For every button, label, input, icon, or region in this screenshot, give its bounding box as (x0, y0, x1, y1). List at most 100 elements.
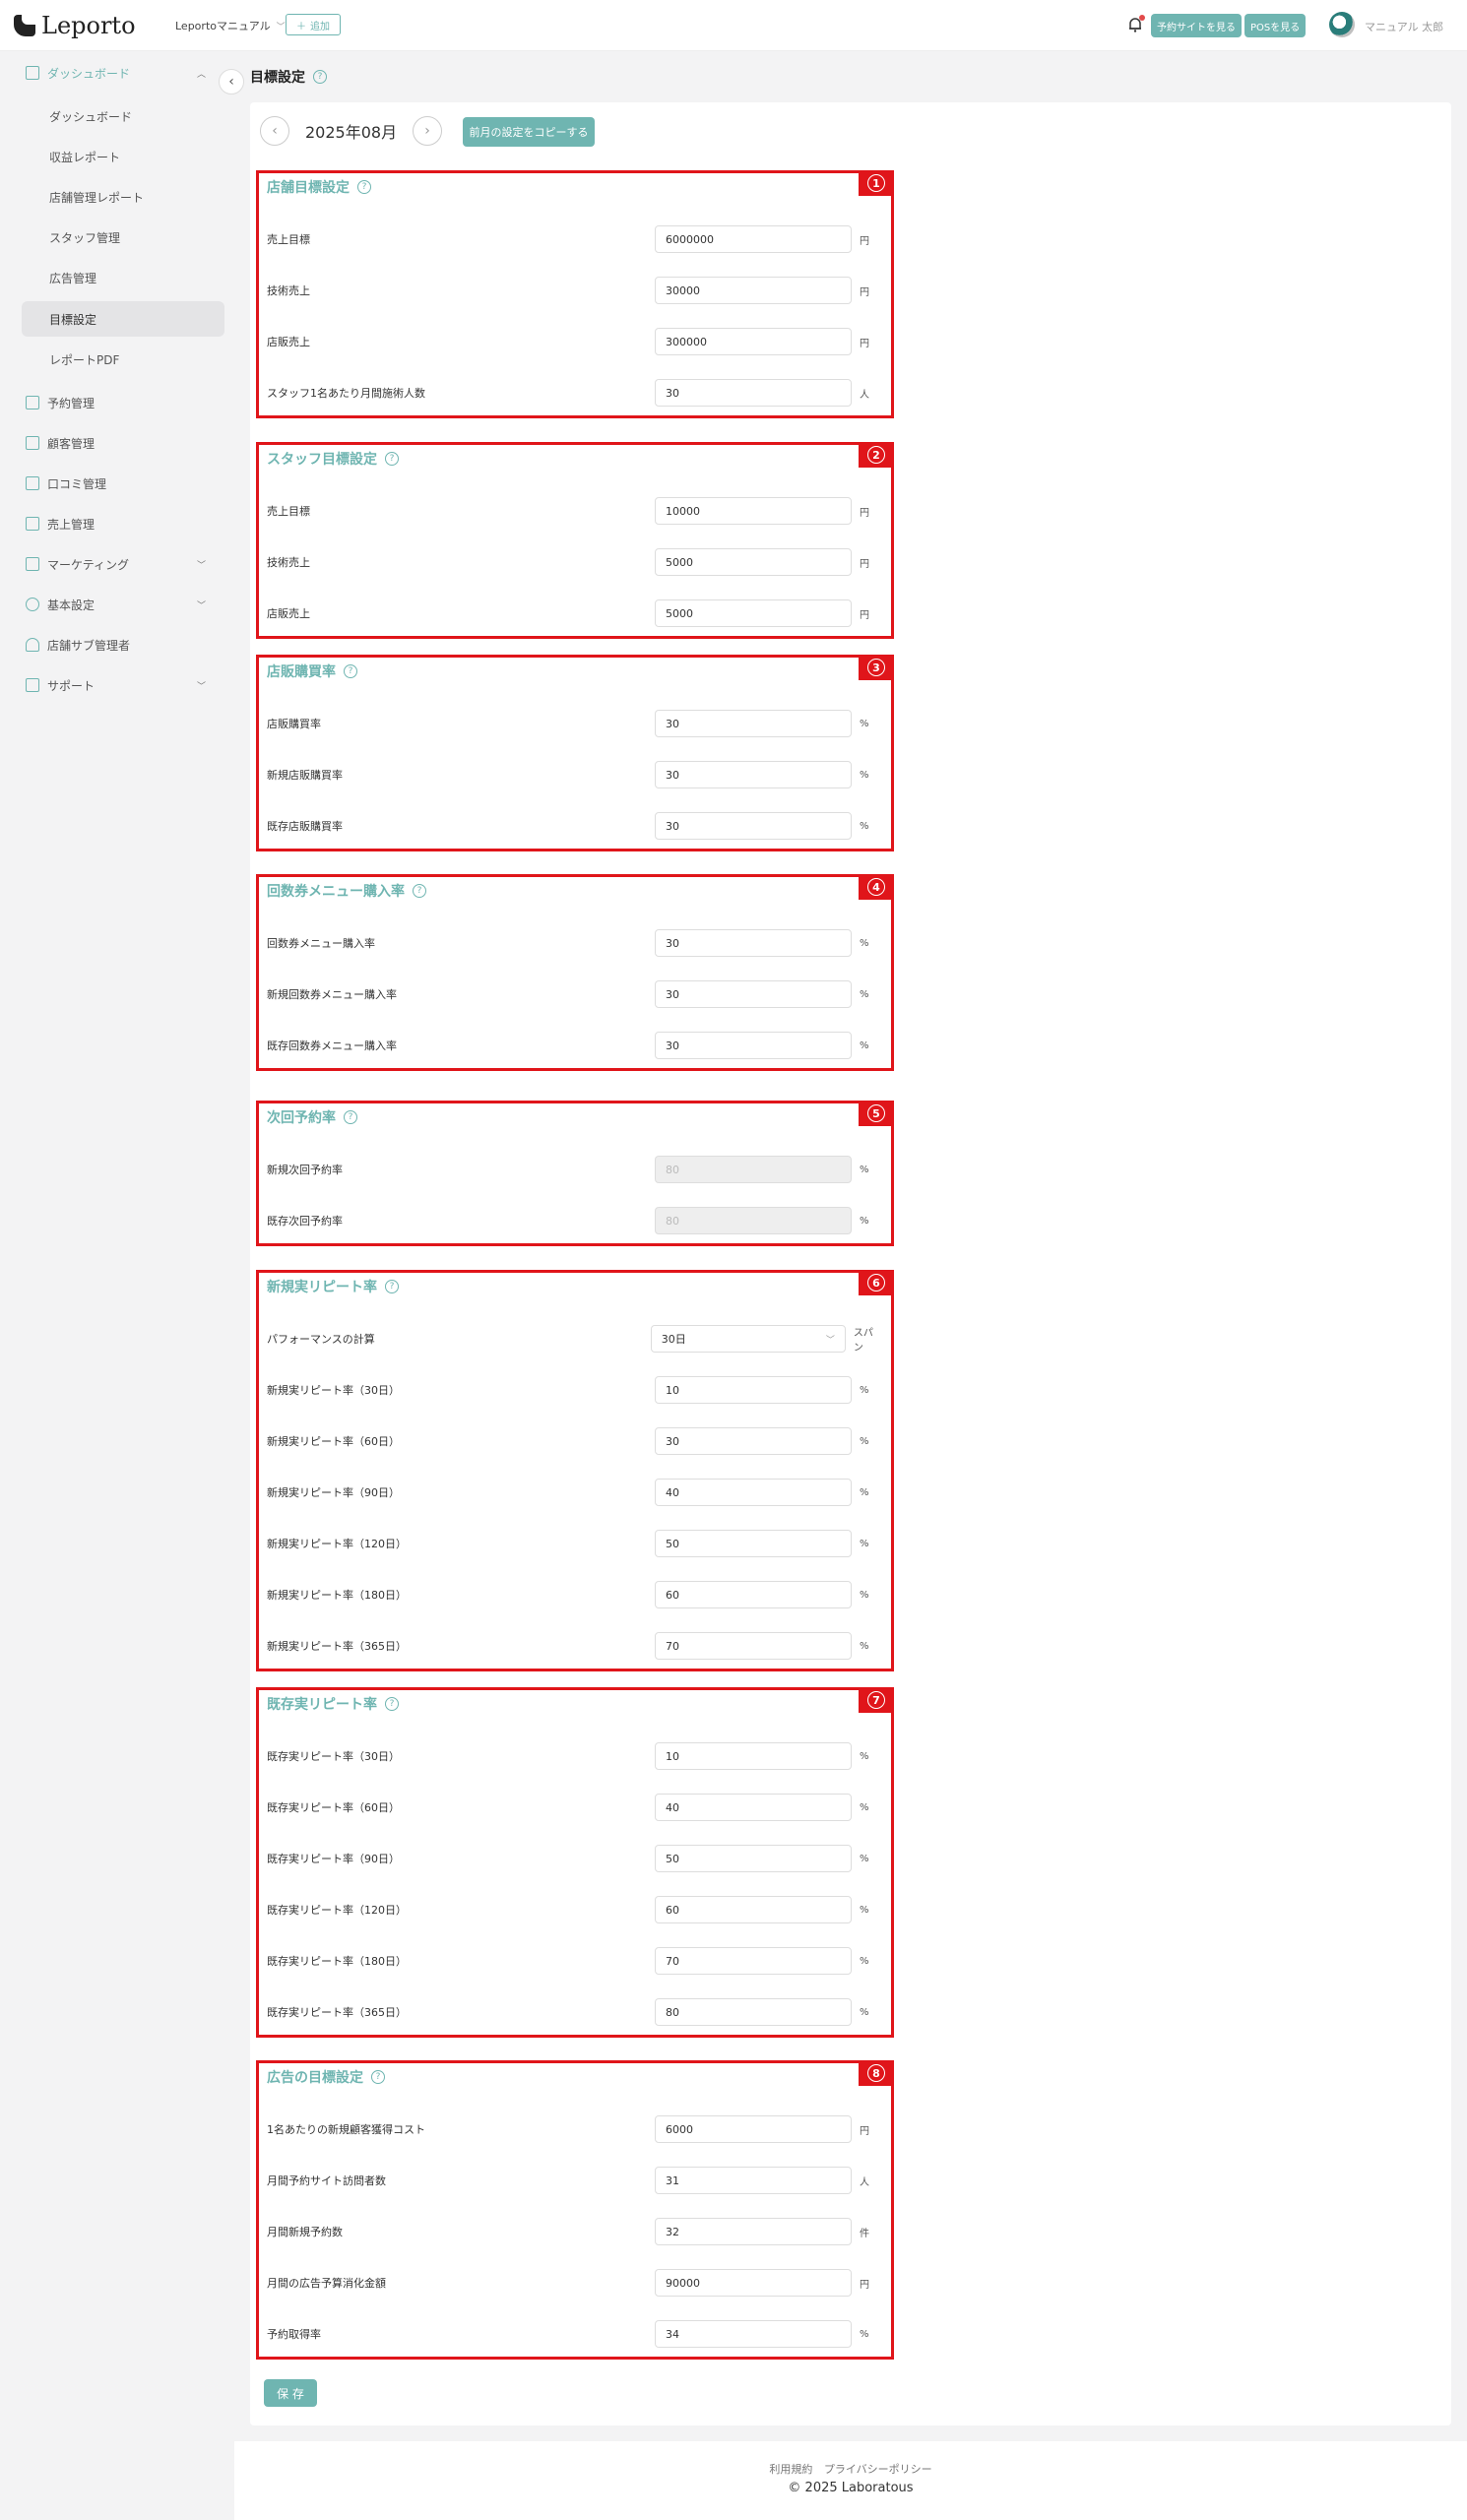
next-month-button[interactable]: › (413, 116, 443, 146)
sidebar-sub-revenue-report[interactable]: 収益レポート (49, 145, 120, 168)
goal-input[interactable]: 32 (655, 2218, 852, 2245)
help-icon[interactable]: ? (344, 664, 357, 678)
add-button[interactable]: ＋ 追加 (286, 14, 341, 35)
field-label: 技術売上 (267, 556, 310, 569)
sidebar-item-basic-settings[interactable]: 基本設定 (26, 593, 95, 616)
goal-input[interactable]: 6000 (655, 2115, 852, 2143)
sidebar-item-sub-admin[interactable]: 店舗サブ管理者 (26, 633, 130, 657)
form-row: 既存実リピート率（180日） 70% (267, 1946, 883, 1976)
span-select[interactable]: 30日 ﹀ (650, 1325, 846, 1353)
form-row: 技術売上 30000 円 (267, 276, 883, 305)
sidebar-item-reservations[interactable]: 予約管理 (26, 391, 95, 414)
field-value: 90000 (666, 2276, 700, 2290)
sidebar-collapse-button[interactable]: ‹ (219, 69, 244, 94)
sidebar-item-sales[interactable]: 売上管理 (26, 512, 95, 536)
username[interactable]: マニュアル 太郎 (1365, 19, 1443, 34)
help-icon[interactable]: ? (385, 1697, 399, 1711)
chevron-down-icon[interactable]: ﹀ (197, 679, 206, 692)
app-logo[interactable]: Leporto (14, 12, 136, 39)
goal-input[interactable]: 10000 (655, 497, 852, 525)
save-button[interactable]: 保 存 (264, 2379, 317, 2407)
goal-input[interactable]: 30000 (655, 277, 852, 304)
field-label: パフォーマンスの計算 (267, 1333, 375, 1346)
prev-month-button[interactable]: ‹ (260, 116, 289, 146)
goal-input[interactable]: 30 (655, 812, 852, 840)
sidebar-sub-store-report[interactable]: 店舗管理レポート (49, 185, 144, 209)
section-title: 新規実リピート率? (267, 1277, 399, 1296)
form-row: 新規次回予約率 80% (267, 1155, 883, 1184)
terms-link[interactable]: 利用規約 (769, 2463, 812, 2476)
chevron-left-icon: ‹ (272, 123, 278, 139)
goal-input[interactable]: 10 (655, 1376, 852, 1404)
goal-input[interactable]: 50 (655, 1530, 852, 1557)
field-unit: 円 (860, 558, 869, 570)
goal-input[interactable]: 50 (655, 1845, 852, 1872)
goal-input[interactable]: 30 (655, 379, 852, 407)
sidebar-sub-staff[interactable]: スタッフ管理 (49, 225, 120, 249)
field-label: 既存回数券メニュー購入率 (267, 1040, 397, 1052)
chevron-down-icon[interactable]: ﹀ (197, 558, 206, 571)
goal-input[interactable]: 80 (655, 1998, 852, 2026)
sidebar-sub-goal-settings[interactable]: 目標設定 (49, 307, 96, 331)
help-icon[interactable]: ? (371, 2070, 385, 2084)
help-icon[interactable]: ? (313, 70, 327, 84)
goal-input[interactable]: 70 (655, 1632, 852, 1660)
help-icon[interactable]: ? (357, 180, 371, 194)
help-icon[interactable]: ? (344, 1110, 357, 1124)
list-icon (26, 396, 39, 410)
sidebar-sub-dashboard[interactable]: ダッシュボード (49, 104, 132, 128)
sidebar-item-label: マーケティング (47, 557, 130, 572)
goal-input[interactable]: 30 (655, 929, 852, 957)
sidebar-item-marketing[interactable]: マーケティング (26, 552, 129, 576)
marketing-icon (26, 557, 39, 571)
goal-input[interactable]: 30 (655, 1032, 852, 1059)
goal-input[interactable]: 60 (655, 1581, 852, 1608)
goal-input[interactable]: 60 (655, 1896, 852, 1923)
goal-input[interactable]: 30 (655, 1427, 852, 1455)
goal-input[interactable]: 5000 (655, 548, 852, 576)
form-row: 店販購買率 30% (267, 709, 883, 738)
goal-input[interactable]: 10 (655, 1742, 852, 1770)
reservation-site-button[interactable]: 予約サイトを見る (1151, 14, 1242, 37)
sidebar-sub-report-pdf[interactable]: レポートPDF (49, 347, 119, 371)
goal-input[interactable]: 70 (655, 1947, 852, 1975)
sidebar-item-dashboard[interactable]: ダッシュボード (26, 61, 130, 85)
help-icon[interactable]: ? (385, 1280, 399, 1293)
goal-input[interactable]: 30 (655, 710, 852, 737)
field-label: 新規次回予約率 (267, 1164, 343, 1176)
goal-input[interactable]: 40 (655, 1479, 852, 1506)
pos-button[interactable]: POSを見る (1244, 14, 1307, 37)
help-icon[interactable]: ? (385, 452, 399, 466)
sidebar-item-support[interactable]: サポート (26, 673, 95, 697)
goal-section: 既存実リピート率? 7 既存実リピート率（30日） 10% 既存実リピート率（60日） 4… (256, 1687, 894, 2038)
goal-input[interactable]: 30 (655, 980, 852, 1008)
goal-input[interactable]: 90000 (655, 2269, 852, 2297)
sidebar-item-customers[interactable]: 顧客管理 (26, 431, 95, 455)
copy-previous-month-button[interactable]: 前月の設定をコピーする (463, 117, 595, 147)
goal-input[interactable]: 30 (655, 761, 852, 788)
avatar[interactable] (1329, 12, 1355, 37)
goal-input[interactable]: 40 (655, 1794, 852, 1821)
sidebar-item-reviews[interactable]: 口コミ管理 (26, 472, 106, 495)
goal-input[interactable]: 300000 (655, 328, 852, 355)
store-select[interactable]: Leportoマニュアル ﹀ (175, 18, 286, 33)
goal-input[interactable]: 34 (655, 2320, 852, 2348)
goal-input[interactable]: 6000000 (655, 225, 852, 253)
privacy-link[interactable]: プライバシーポリシー (824, 2463, 932, 2476)
goal-input[interactable]: 5000 (655, 599, 852, 627)
chevron-up-icon[interactable]: ︿ (197, 67, 206, 80)
sidebar-sub-ads[interactable]: 広告管理 (49, 266, 96, 289)
field-value: 60 (666, 1903, 679, 1917)
section-number: 7 (867, 1691, 885, 1709)
field-unit: % (860, 1384, 869, 1396)
sidebar-item-label: 基本設定 (47, 598, 96, 612)
sidebar-item-label: 口コミ管理 (47, 476, 107, 491)
field-value: 31 (666, 2174, 679, 2187)
goal-section: 店販購買率? 3 店販購買率 30% 新規店販購買率 30% 既存店販購買率 30% (256, 655, 894, 851)
help-icon[interactable]: ? (413, 884, 426, 898)
form-row: 新規実リピート率（365日） 70% (267, 1631, 883, 1661)
section-title: 広告の目標設定? (267, 2067, 385, 2087)
goal-section: 広告の目標設定? 8 1名あたりの新規顧客獲得コスト 6000 円月間予約サイト訪問者数… (256, 2060, 894, 2360)
goal-input[interactable]: 31 (655, 2167, 852, 2194)
chevron-down-icon[interactable]: ﹀ (197, 598, 206, 611)
